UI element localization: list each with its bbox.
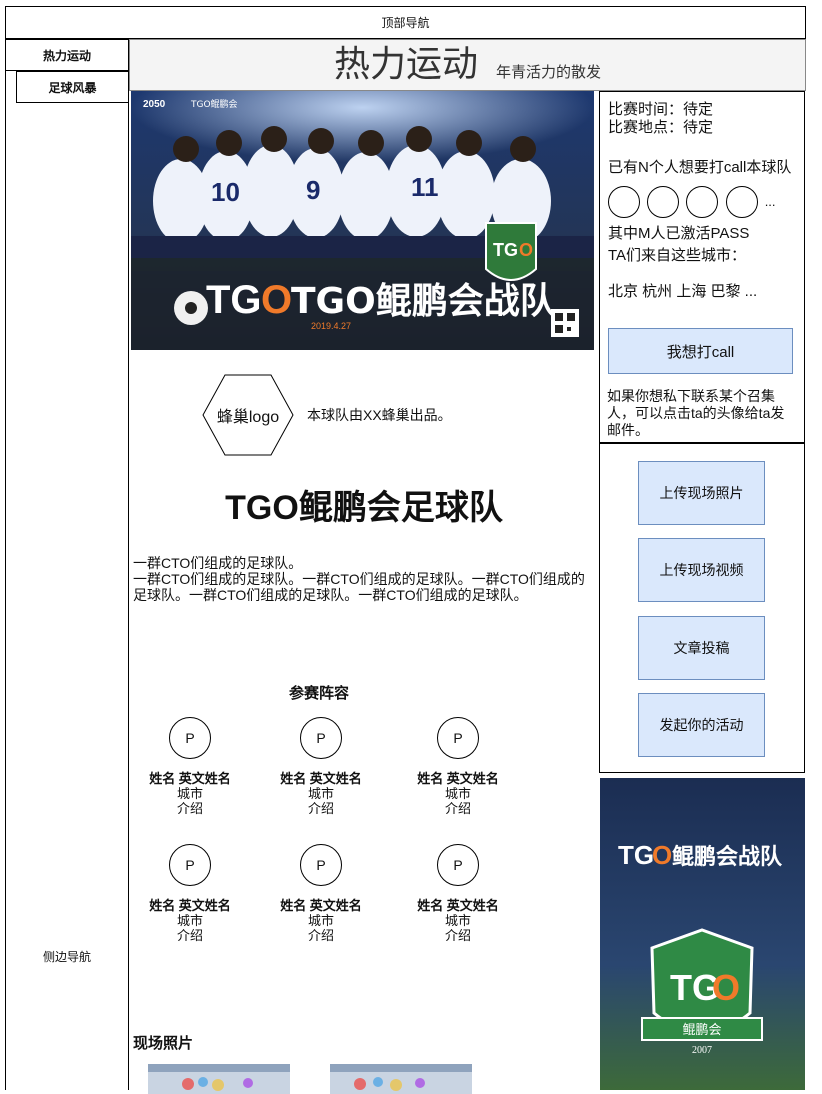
player-name: 姓名 英文姓名 [417,898,499,913]
sidebar-item-hot-sports[interactable]: 热力运动 [5,39,129,71]
player-avatar[interactable]: P [300,844,342,886]
supporter-avatars: ... [608,186,804,220]
cities-label: TA们来自这些城市： [608,247,747,264]
player-city: 城市 [307,913,334,928]
supporter-avatar[interactable] [647,186,680,218]
poster-badge-sub: 鲲鹏会 [682,1023,721,1038]
player-card[interactable]: P 姓名 英文姓名 城市 介绍 [261,844,381,943]
top-nav[interactable]: 顶部导航 [5,6,806,39]
banner-brand: TGO鲲鹏会 [190,98,238,110]
sidebar-label: 侧边导航 [42,950,91,964]
actions-panel: 上传现场照片 上传现场视频 文章投稿 发起你的活动 [599,443,805,773]
intro-line: 一群CTO们组成的足球队。 [133,555,303,571]
player-name: 姓名 英文姓名 [280,898,362,913]
player-avatar[interactable]: P [169,844,211,886]
player-card[interactable]: P 姓名 英文姓名 城市 介绍 [130,844,250,943]
upload-video-label: 上传现场视频 [659,562,744,578]
roster-title: 参赛阵容 [288,685,349,702]
svg-text:O: O [652,840,672,870]
svg-text:O: O [712,967,740,1008]
player-card[interactable]: P 姓名 英文姓名 城市 介绍 [398,717,518,816]
upload-photos-label: 上传现场照片 [659,485,744,501]
svg-text:TG: TG [618,840,654,870]
team-intro: 一群CTO们组成的足球队。 一群CTO们组成的足球队。一群CTO们组成的足球队。… [133,555,591,603]
pass-text: 其中M人已激活PASS [608,225,750,242]
player-intro: 介绍 [444,928,471,943]
svg-text:鲲鹏会战队: 鲲鹏会战队 [672,844,783,870]
player-name: 姓名 英文姓名 [149,898,231,913]
hive-description: 本球队由XX蜂巢出品。 [307,407,452,423]
banner-title: TGO鲲鹏会战队 [291,281,557,322]
player-intro: 介绍 [444,801,471,816]
submit-article-label: 文章投稿 [673,640,730,656]
poster-illustration: TG O 鲲鹏会战队 TG O 鲲鹏会 2007 [600,778,805,1090]
player-avatar[interactable]: P [300,717,342,759]
player-avatar[interactable]: P [169,717,211,759]
player-city: 城市 [444,786,471,801]
page-header: 热力运动 年青活力的散发 [129,39,806,91]
upload-video-button[interactable]: 上传现场视频 [638,538,765,602]
sidebar-item-football-storm[interactable]: 足球风暴 [16,71,129,103]
supporter-avatar[interactable] [608,186,640,218]
player-avatar[interactable]: P [437,844,479,886]
player-card[interactable]: P 姓名 英文姓名 城市 介绍 [398,844,518,943]
banner-illustration: 10 9 11 TG O TGO鲲鹏会战队 TG O 2050 TGO鲲鹏会 201… [131,91,594,350]
photos-title: 现场照片 [133,1035,194,1052]
sidebar-item-label: 热力运动 [42,48,91,63]
svg-text:9: 9 [306,175,320,205]
call-button-label: 我想打call [666,343,735,361]
player-name: 姓名 英文姓名 [280,771,362,786]
player-name: 姓名 英文姓名 [149,771,231,786]
start-activity-button[interactable]: 发起你的活动 [638,693,765,757]
match-info-panel: 比赛时间：待定 比赛地点：待定 已有N个人想要打call本球队 ... 其中M人… [599,91,805,443]
intro-line: 一群CTO们组成的足球队。一群CTO们组成的足球队。一群CTO们组成的足球队。一… [133,571,585,603]
team-title: TGO鲲鹏会足球队 [225,489,503,527]
sidebar-item-label: 足球风暴 [48,80,97,95]
player-avatar[interactable]: P [437,717,479,759]
player-intro: 介绍 [307,801,334,816]
top-nav-label: 顶部导航 [381,16,430,30]
page-subtitle: 年青活力的散发 [496,64,602,81]
contact-note: 如果你想私下联系某个召集人，可以点击ta的头像给ta发邮件。 [607,388,785,438]
team-poster-image: TG O 鲲鹏会战队 TG O 鲲鹏会 2007 [600,778,805,1090]
player-card[interactable]: P 姓名 英文姓名 城市 介绍 [130,717,250,816]
svg-text:O: O [519,240,533,260]
player-name: 姓名 英文姓名 [417,771,499,786]
player-intro: 介绍 [176,801,203,816]
player-city: 城市 [176,786,203,801]
sidebar [5,39,129,1090]
svg-text:TG: TG [493,240,518,260]
svg-text:11: 11 [411,172,439,202]
poster-year: 2007 [692,1045,712,1056]
player-city: 城市 [176,913,203,928]
page-title: 热力运动 [333,43,478,84]
submit-article-button[interactable]: 文章投稿 [638,616,765,680]
banner-date: 2019.4.27 [311,321,351,331]
cities-list: 北京 杭州 上海 巴黎 ... [608,283,758,300]
svg-text:10: 10 [211,177,240,207]
match-place: 比赛地点：待定 [608,119,714,136]
call-count-text: 已有N个人想要打call本球队 [608,159,792,176]
player-city: 城市 [444,913,471,928]
supporter-avatar[interactable] [725,186,758,218]
match-time: 比赛时间：待定 [608,101,714,118]
svg-text:O: O [261,278,292,322]
hive-logo-label: 蜂巢logo [216,409,280,426]
more-indicator: ... [764,193,776,209]
start-activity-label: 发起你的活动 [659,717,744,733]
banner-event-code: 2050 [143,99,166,110]
svg-text:TG: TG [206,278,262,322]
team-banner-image: 10 9 11 TG O TGO鲲鹏会战队 TG O 2050 TGO鲲鹏会 201… [131,91,594,350]
player-city: 城市 [307,786,334,801]
player-card[interactable]: P 姓名 英文姓名 城市 介绍 [261,717,381,816]
supporter-avatar[interactable] [686,186,719,218]
player-intro: 介绍 [176,928,203,943]
call-button[interactable]: 我想打call [608,328,793,374]
player-intro: 介绍 [307,928,334,943]
upload-photos-button[interactable]: 上传现场照片 [638,461,765,525]
